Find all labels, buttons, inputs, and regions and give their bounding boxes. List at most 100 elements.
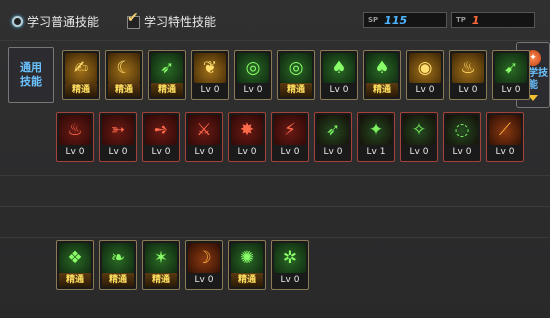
skill-level: Lv 0 — [200, 85, 220, 95]
skill-level: Lv 0 — [237, 147, 257, 157]
skill-level: Lv 0 — [501, 85, 521, 95]
skill-tile[interactable]: ❖ 精通 — [56, 240, 94, 290]
sparkle-icon: ✶ — [145, 243, 177, 273]
skill-tile[interactable]: ❧ 精通 — [99, 240, 137, 290]
skill-tile[interactable]: ➹ Lv 0 — [492, 50, 530, 100]
dash-icon: ➹ — [495, 53, 527, 83]
skill-level: Lv 0 — [458, 85, 478, 95]
tab-special-label: 学习特性技能 — [144, 14, 217, 29]
flame-slash-icon: ♨ — [59, 115, 91, 145]
skill-level: 精通 — [59, 273, 91, 287]
skill-level: Lv 0 — [280, 275, 300, 285]
claw-icon: ⚔ — [188, 115, 220, 145]
top-bar: 学习普通技能 学习特性技能 SP 115 TP 1 — [0, 0, 550, 40]
skill-level: Lv 0 — [280, 147, 300, 157]
skill-tile[interactable]: ♨ Lv 0 — [449, 50, 487, 100]
skill-level: 精通 — [108, 83, 140, 97]
skill-level: 精通 — [65, 83, 97, 97]
reading-icon: ✍ — [65, 53, 97, 83]
wings-icon: ❦ — [194, 53, 226, 83]
sp-label: SP — [368, 16, 379, 24]
tp-value: 1 — [471, 13, 480, 27]
skill-tile[interactable]: ✧ Lv 0 — [400, 112, 438, 162]
skill-tile[interactable]: ☽ Lv 0 — [185, 240, 223, 290]
skill-tile[interactable]: ❦ Lv 0 — [191, 50, 229, 100]
checkmark-icon[interactable] — [126, 10, 140, 29]
runner-icon: ➺ — [145, 115, 177, 145]
skill-tile[interactable]: ✶ 精通 — [142, 240, 180, 290]
skill-tile[interactable]: ➺ Lv 0 — [142, 112, 180, 162]
skill-tile[interactable]: ⚡ Lv 0 — [271, 112, 309, 162]
ring-icon: ◌ — [446, 115, 478, 145]
skill-tile[interactable]: ◉ Lv 0 — [406, 50, 444, 100]
skill-tile[interactable]: ◎ 精通 — [277, 50, 315, 100]
skill-tile[interactable]: ✍ 精通 — [62, 50, 100, 100]
skill-level: Lv 0 — [194, 147, 214, 157]
radio-icon[interactable] — [12, 15, 23, 27]
moon-icon: ☽ — [188, 243, 220, 273]
spikes-icon: ✦ — [360, 115, 392, 145]
skill-level: Lv 0 — [194, 275, 214, 285]
mushroom-icon: ♠ — [323, 53, 355, 83]
skill-tile[interactable]: ✦ Lv 1 — [357, 112, 395, 162]
skill-level: Lv 0 — [108, 147, 128, 157]
divider — [0, 175, 550, 176]
skill-tile[interactable]: ♠ 精通 — [363, 50, 401, 100]
skill-level: Lv 0 — [495, 147, 515, 157]
target-icon: ◎ — [280, 53, 312, 83]
skill-level: 精通 — [231, 273, 263, 287]
stars-icon: ✲ — [274, 243, 306, 273]
skill-tile[interactable]: ✺ 精通 — [228, 240, 266, 290]
eye-icon: ◉ — [409, 53, 441, 83]
divider — [0, 237, 550, 238]
skill-tile[interactable]: ♨ Lv 0 — [56, 112, 94, 162]
crescent-slash-icon: ☾ — [108, 53, 140, 83]
explosion-icon: ✺ — [231, 243, 263, 273]
skill-tile[interactable]: ☾ 精通 — [105, 50, 143, 100]
divider — [0, 40, 550, 41]
skill-tile[interactable]: ♠ Lv 0 — [320, 50, 358, 100]
skill-tile[interactable]: ✸ Lv 0 — [228, 112, 266, 162]
skill-tile[interactable]: ⚔ Lv 0 — [185, 112, 223, 162]
skill-row-class: ♨ Lv 0 ➳ Lv 0 ➺ Lv 0 ⚔ Lv 0 ✸ Lv 0 ⚡ Lv 0 ➶ Lv 0 ✦ Lv 1… — [56, 112, 524, 162]
sp-counter: SP 115 — [363, 12, 447, 28]
skill-level: 精通 — [280, 83, 312, 97]
leap-icon: ➶ — [151, 53, 183, 83]
strike-icon: ⟋ — [489, 115, 521, 145]
skill-tile[interactable]: ➶ Lv 0 — [314, 112, 352, 162]
burst-icon: ✧ — [403, 115, 435, 145]
common-skills-label: 通用技能 — [8, 47, 54, 103]
sp-value: 115 — [384, 13, 408, 27]
fire-dash-icon: ✸ — [231, 115, 263, 145]
skill-tile[interactable]: ⟋ Lv 0 — [486, 112, 524, 162]
skill-level: Lv 0 — [151, 147, 171, 157]
skill-level: 精通 — [102, 273, 134, 287]
skill-tile[interactable]: ➶ 精通 — [148, 50, 186, 100]
skill-level: Lv 0 — [452, 147, 472, 157]
skill-tile[interactable]: ◌ Lv 0 — [443, 112, 481, 162]
skill-row-common: ✍ 精通 ☾ 精通 ➶ 精通 ❦ Lv 0 ◎ Lv 0 ◎ 精通 ♠ Lv 0 ♠ 精通 ◉ Lv 0 ♨ Lv 0… — [62, 50, 530, 100]
green-runner-icon: ➶ — [317, 115, 349, 145]
skill-level: Lv 0 — [415, 85, 435, 95]
skill-window: 学习普通技能 学习特性技能 SP 115 TP 1 通用技能 ✦ 偏学技能 ✍精… — [0, 0, 550, 318]
vine-icon: ❧ — [102, 243, 134, 273]
power-up-icon: ♨ — [452, 53, 484, 83]
mushroom-icon: ♠ — [366, 53, 398, 83]
crystal-icon: ❖ — [59, 243, 91, 273]
skill-level: 精通 — [151, 83, 183, 97]
skill-tile[interactable]: ◎ Lv 0 — [234, 50, 272, 100]
tab-normal-skills[interactable]: 学习普通技能 — [12, 12, 99, 30]
skill-level: Lv 0 — [243, 85, 263, 95]
target-icon: ◎ — [237, 53, 269, 83]
skill-level: Lv 0 — [323, 147, 343, 157]
skill-tile[interactable]: ➳ Lv 0 — [99, 112, 137, 162]
skill-level: Lv 1 — [366, 147, 386, 157]
skill-tile[interactable]: ✲ Lv 0 — [271, 240, 309, 290]
tp-counter: TP 1 — [451, 12, 535, 28]
skill-level: 精通 — [145, 273, 177, 287]
dragon-icon: ➳ — [102, 115, 134, 145]
divider — [0, 206, 550, 207]
skill-row-special: ❖ 精通 ❧ 精通 ✶ 精通 ☽ Lv 0 ✺ 精通 ✲ Lv 0 — [56, 240, 309, 290]
blade-icon: ⚡ — [274, 115, 306, 145]
tab-special-skills[interactable]: 学习特性技能 — [126, 10, 217, 30]
